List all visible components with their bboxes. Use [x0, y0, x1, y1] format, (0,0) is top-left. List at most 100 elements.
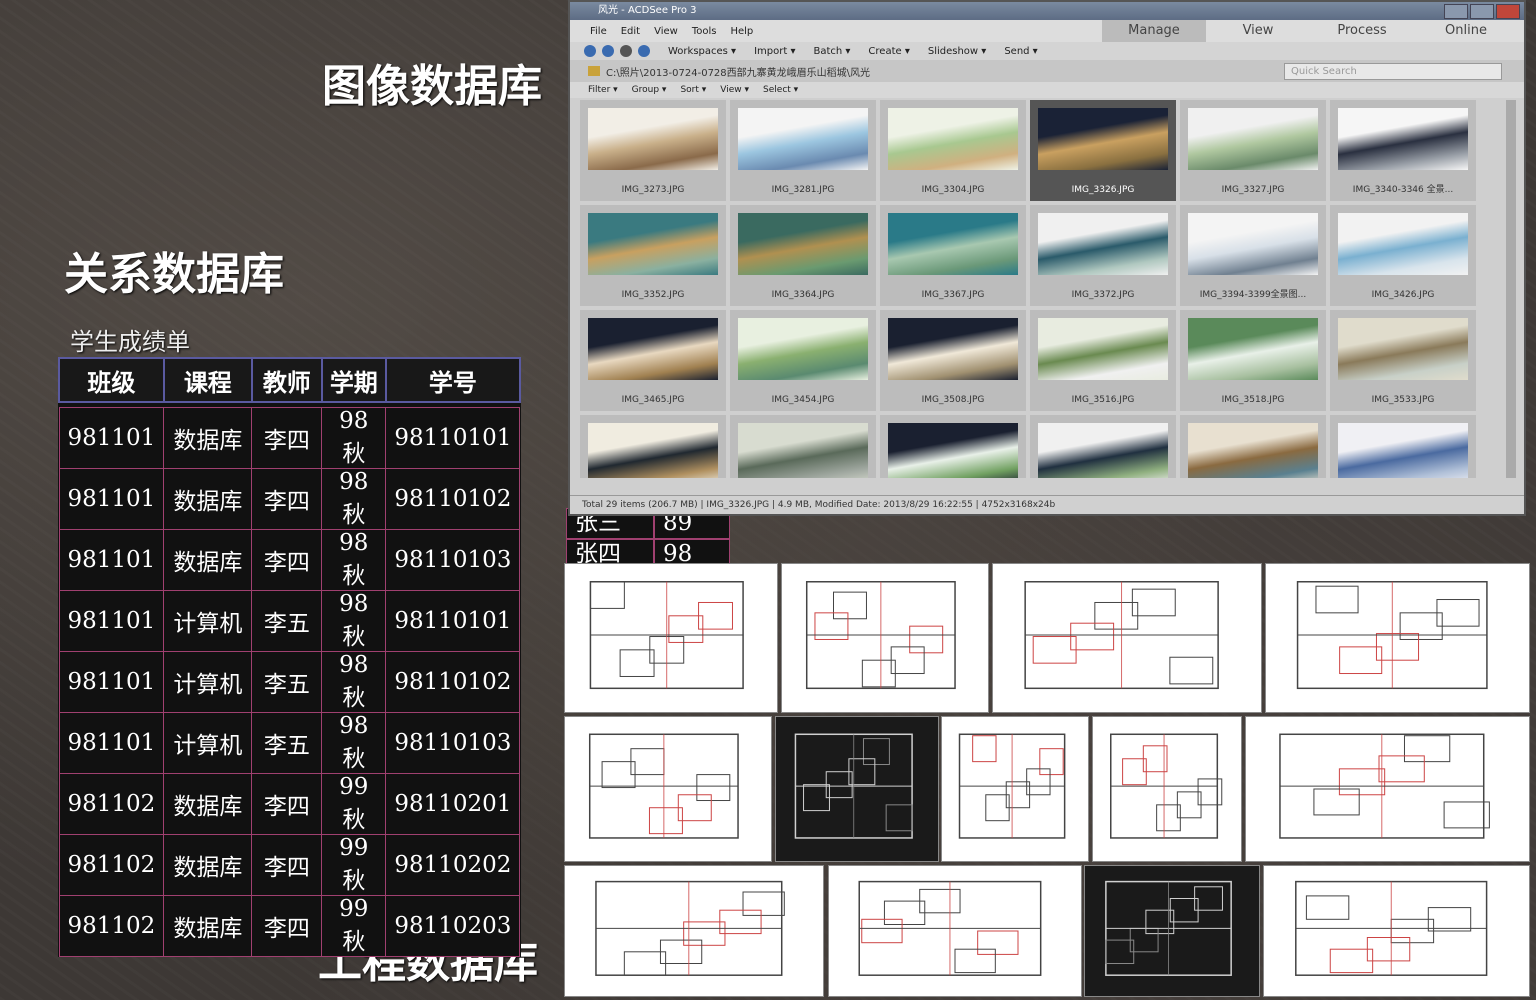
class-cell: 981101: [58, 651, 165, 713]
minimize-button[interactable]: [1444, 4, 1468, 19]
cad-drawing[interactable]: [828, 865, 1082, 997]
cad-drawing[interactable]: [941, 716, 1089, 862]
thumbnail-item[interactable]: IMG_3454.JPG: [730, 310, 876, 411]
thumbnail-item[interactable]: IMG_3508.JPG: [880, 310, 1026, 411]
cad-drawing[interactable]: [1245, 716, 1530, 862]
cad-drawing[interactable]: [775, 716, 939, 862]
thumbnail-filename: IMG_3454.JPG: [771, 395, 835, 405]
thumbnail-item[interactable]: IMG_3426.JPG: [1330, 205, 1476, 306]
thumbnail-item[interactable]: [580, 415, 726, 478]
thumbnail-item[interactable]: IMG_3352.JPG: [580, 205, 726, 306]
student-id-cell: 98110103: [385, 529, 521, 591]
cad-drawing[interactable]: [564, 563, 778, 713]
landscape-photo: [1188, 108, 1318, 170]
landscape-photo: [1338, 108, 1468, 170]
menu-edit[interactable]: Edit: [621, 26, 640, 37]
student-id-cell: 98110203: [385, 895, 521, 957]
student-id-cell: 98110102: [385, 468, 521, 530]
table-row: 981101 计算机 李五 98秋 98110103: [58, 712, 521, 774]
menu-view[interactable]: View: [654, 26, 678, 37]
toolbar-slideshow[interactable]: Slideshow ▾: [928, 46, 986, 57]
thumbnail-item[interactable]: [880, 415, 1026, 478]
folder-path[interactable]: C:\照片\2013-0724-0728西部九寨黄龙峨眉乐山稻城\风光: [606, 64, 870, 79]
menu-tools[interactable]: Tools: [692, 26, 717, 37]
thumbnail-item[interactable]: IMG_3364.JPG: [730, 205, 876, 306]
quick-search-input[interactable]: Quick Search: [1284, 63, 1502, 80]
thumbnail-item[interactable]: IMG_3372.JPG: [1030, 205, 1176, 306]
thumbnail-item[interactable]: IMG_3281.JPG: [730, 100, 876, 201]
menu-file[interactable]: File: [590, 26, 607, 37]
landscape-photo: [738, 423, 868, 478]
up-icon[interactable]: [620, 45, 632, 57]
table-row: 981102 数据库 李四 99秋 98110202: [58, 834, 521, 896]
landscape-photo: [888, 108, 1018, 170]
cad-drawing[interactable]: [1084, 865, 1260, 997]
thumbnail-item[interactable]: IMG_3465.JPG: [580, 310, 726, 411]
thumbnail-item[interactable]: IMG_3394-3399全景图...: [1180, 205, 1326, 306]
mode-tab-view[interactable]: View: [1206, 20, 1310, 42]
table-row: 981101 计算机 李五 98秋 98110102: [58, 651, 521, 713]
student-grade-table: 班级 课程 教师 学期 学号 981101 数据库 李四 98秋 98110101 981…: [58, 357, 521, 957]
mode-tab-online[interactable]: Online: [1414, 20, 1518, 42]
thumbnail-item[interactable]: IMG_3304.JPG: [880, 100, 1026, 201]
thumbnail-item[interactable]: IMG_3516.JPG: [1030, 310, 1176, 411]
student-id-cell: 98110101: [385, 590, 521, 652]
cad-drawing[interactable]: [1092, 716, 1242, 862]
toolbar-import[interactable]: Import ▾: [754, 46, 795, 57]
thumbnail-item[interactable]: IMG_3326.JPG: [1030, 100, 1176, 201]
mode-tab-process[interactable]: Process: [1310, 20, 1414, 42]
group-menu[interactable]: Group ▾: [632, 85, 667, 95]
toolbar-create[interactable]: Create ▾: [868, 46, 909, 57]
refresh-icon[interactable]: [638, 45, 650, 57]
thumbnail-item[interactable]: IMG_3533.JPG: [1330, 310, 1476, 411]
student-id-cell: 98110102: [385, 651, 521, 713]
thumbnail-item[interactable]: [1180, 415, 1326, 478]
cad-drawing[interactable]: [1265, 563, 1530, 713]
teacher-cell: 李五: [251, 712, 323, 774]
select-menu[interactable]: Select ▾: [763, 85, 798, 95]
thumbnail-item[interactable]: IMG_3518.JPG: [1180, 310, 1326, 411]
thumbnail-item[interactable]: [730, 415, 876, 478]
mode-tab-manage[interactable]: Manage: [1102, 20, 1206, 42]
landscape-photo: [1188, 318, 1318, 380]
maximize-button[interactable]: [1470, 4, 1494, 19]
thumbnail-item[interactable]: [1330, 415, 1476, 478]
thumbnail-item[interactable]: IMG_3367.JPG: [880, 205, 1026, 306]
teacher-cell: 李四: [251, 895, 323, 957]
cad-drawing[interactable]: [781, 563, 989, 713]
toolbar-send[interactable]: Send ▾: [1004, 46, 1037, 57]
menu-help[interactable]: Help: [730, 26, 753, 37]
window-titlebar[interactable]: 风光 - ACDSee Pro 3: [570, 2, 1524, 20]
status-bar: Total 29 items (206.7 MB) | IMG_3326.JPG…: [570, 495, 1524, 514]
view-menu[interactable]: View ▾: [720, 85, 749, 95]
filter-bar: Filter ▾ Group ▾ Sort ▾ View ▾ Select ▾: [570, 82, 1524, 98]
term-cell: 98秋: [321, 590, 387, 652]
forward-icon[interactable]: [602, 45, 614, 57]
landscape-photo: [588, 318, 718, 380]
cad-drawing[interactable]: [564, 865, 824, 997]
cad-drawing[interactable]: [1263, 865, 1530, 997]
landscape-photo: [888, 213, 1018, 275]
landscape-photo: [1188, 423, 1318, 478]
vertical-scrollbar[interactable]: [1506, 100, 1516, 478]
cad-drawing[interactable]: [992, 563, 1262, 713]
back-icon[interactable]: [584, 45, 596, 57]
course-cell: 计算机: [163, 651, 253, 713]
thumbnail-item[interactable]: IMG_3273.JPG: [580, 100, 726, 201]
thumbnail-item[interactable]: IMG_3340-3346 全景...: [1330, 100, 1476, 201]
class-cell: 981101: [58, 468, 165, 530]
teacher-cell: 李五: [251, 590, 323, 652]
sort-menu[interactable]: Sort ▾: [680, 85, 706, 95]
toolbar-workspaces[interactable]: Workspaces ▾: [668, 46, 736, 57]
thumbnail-item[interactable]: IMG_3327.JPG: [1180, 100, 1326, 201]
landscape-photo: [888, 423, 1018, 478]
cad-drawing[interactable]: [564, 716, 772, 862]
class-cell: 981102: [58, 834, 165, 896]
landscape-photo: [1338, 423, 1468, 478]
thumbnail-filename: IMG_3327.JPG: [1221, 185, 1285, 195]
filter-menu[interactable]: Filter ▾: [588, 85, 618, 95]
toolbar-batch[interactable]: Batch ▾: [813, 46, 850, 57]
thumbnail-item[interactable]: [1030, 415, 1176, 478]
close-button[interactable]: [1496, 4, 1520, 19]
thumbnail-filename: IMG_3372.JPG: [1071, 290, 1135, 300]
